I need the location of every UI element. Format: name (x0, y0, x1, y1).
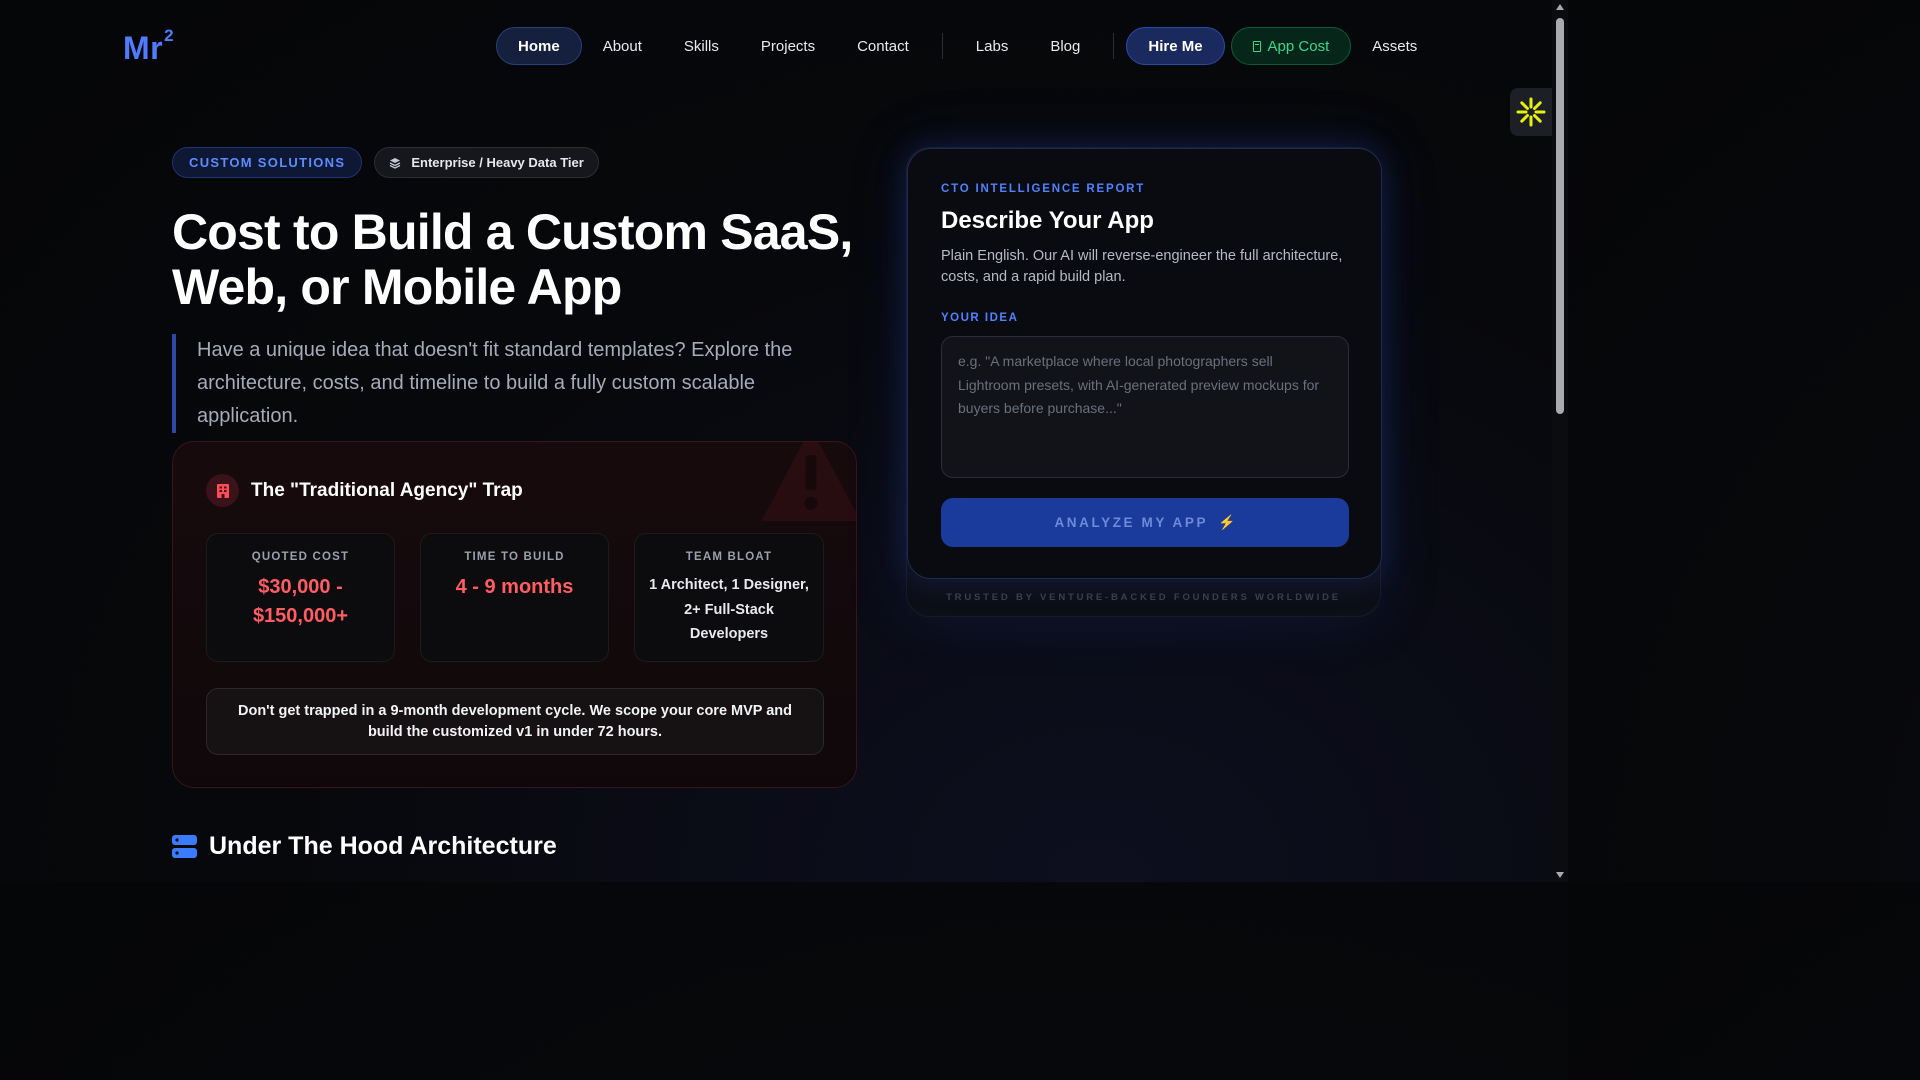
nav-divider (1113, 33, 1115, 59)
warning-icon (761, 442, 856, 521)
hire-me-button[interactable]: Hire Me (1126, 27, 1225, 65)
stat-value-line: $150,000+ (252, 605, 349, 627)
stat-value-line: 1 Architect, 1 Designer, (649, 577, 809, 593)
nav-home[interactable]: Home (496, 27, 582, 65)
top-navbar: Mr2 Home About Skills Projects Contact L… (0, 0, 1552, 92)
site-logo[interactable]: Mr2 (123, 26, 174, 67)
nav-links: Home About Skills Projects Contact Labs … (496, 27, 1438, 65)
app-cost-button[interactable]: App Cost (1230, 27, 1352, 65)
stat-value: 4 - 9 months (455, 576, 574, 598)
nav-contact[interactable]: Contact (836, 27, 930, 65)
architecture-section-heading: Under The Hood Architecture (172, 832, 557, 861)
cto-title: Describe Your App (941, 207, 1154, 234)
building-icon (206, 474, 239, 507)
analyze-button-label: ANALYZE MY APP (1054, 515, 1209, 530)
bolt-icon: ⚡ (1218, 514, 1236, 530)
stat-value-line: $30,000 - (258, 576, 343, 598)
tier-badge: Enterprise / Heavy Data Tier (374, 147, 599, 178)
custom-solutions-badge: CUSTOM SOLUTIONS (172, 147, 363, 178)
idea-input[interactable] (941, 336, 1349, 478)
analyze-app-button[interactable]: ANALYZE MY APP ⚡ (941, 498, 1349, 547)
nav-labs[interactable]: Labs (955, 27, 1030, 65)
scrollbar-thumb[interactable] (1556, 18, 1564, 414)
receipt-icon (1252, 40, 1261, 52)
nav-divider (941, 33, 943, 59)
nav-about[interactable]: About (582, 27, 663, 65)
nav-assets[interactable]: Assets (1351, 27, 1438, 65)
page-scrollbar[interactable] (1552, 0, 1568, 882)
page-title-line-1: Cost to Build a Custom SaaS, (172, 204, 853, 260)
stat-label: QUOTED COST (251, 551, 350, 563)
server-icon (172, 835, 197, 858)
logo-text: Mr (123, 30, 164, 66)
stat-value-line: Developers (689, 626, 769, 642)
stat-label: TEAM BLOAT (685, 551, 773, 563)
scroll-up-arrow[interactable] (1556, 4, 1564, 10)
nav-blog[interactable]: Blog (1029, 27, 1101, 65)
accessibility-widget-button[interactable] (1510, 88, 1552, 136)
page-title: Cost to Build a Custom SaaS, Web, or Mob… (172, 205, 872, 315)
nav-skills[interactable]: Skills (663, 27, 740, 65)
stat-value-line: 2+ Full-Stack (684, 601, 774, 618)
stat-quoted-cost: QUOTED COST $30,000 - $150,000+ (206, 533, 395, 662)
hero-description: Have a unique idea that doesn't fit stan… (172, 334, 852, 433)
stat-team-bloat: TEAM BLOAT 1 Architect, 1 Designer, 2+ F… (634, 533, 824, 662)
stat-label: TIME TO BUILD (464, 551, 565, 563)
idea-field-label: YOUR IDEA (941, 312, 1019, 324)
cto-report-card: CTO INTELLIGENCE REPORT Describe Your Ap… (907, 148, 1382, 579)
stat-value: 1 Architect, 1 Designer, 2+ Full-Stack D… (635, 573, 823, 647)
accessibility-icon (1516, 97, 1546, 127)
logo-superscript: 2 (164, 26, 175, 46)
tier-badge-label: Enterprise / Heavy Data Tier (411, 155, 584, 170)
cto-report-panel: CTO INTELLIGENCE REPORT Describe Your Ap… (906, 147, 1382, 617)
nav-projects[interactable]: Projects (740, 27, 836, 65)
stat-time-to-build: TIME TO BUILD 4 - 9 months (420, 533, 609, 662)
app-cost-label: App Cost (1267, 37, 1330, 55)
trap-header: The "Traditional Agency" Trap (206, 474, 523, 507)
scroll-down-arrow[interactable] (1556, 872, 1564, 878)
architecture-title: Under The Hood Architecture (209, 832, 557, 860)
cto-description: Plain English. Our AI will reverse-engin… (941, 248, 1343, 285)
stat-value: $30,000 - $150,000+ (207, 573, 394, 631)
layers-icon (390, 157, 401, 169)
trap-title: The "Traditional Agency" Trap (251, 479, 523, 501)
trap-callout: Don't get trapped in a 9-month developme… (206, 688, 824, 755)
agency-trap-card: The "Traditional Agency" Trap QUOTED COS… (172, 441, 857, 788)
hero-badges: CUSTOM SOLUTIONS Enterprise / Heavy Data… (172, 147, 599, 178)
trust-footer: TRUSTED BY VENTURE-BACKED FOUNDERS WORLD… (946, 592, 1341, 603)
page-title-line-2: Web, or Mobile App (172, 259, 622, 315)
cto-kicker: CTO INTELLIGENCE REPORT (941, 183, 1146, 195)
